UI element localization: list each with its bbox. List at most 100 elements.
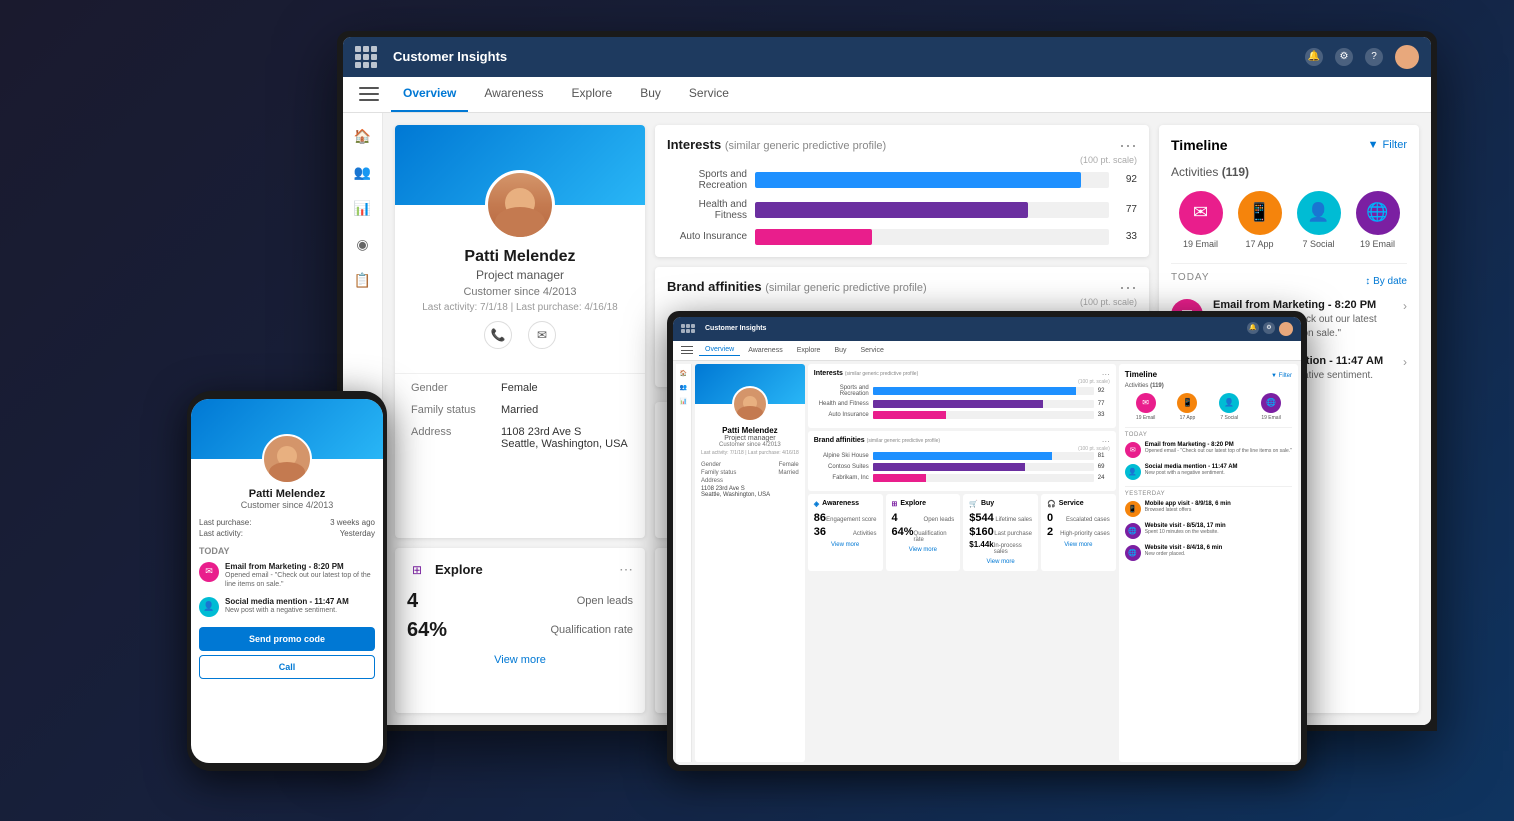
sidebar-activities[interactable]: ◉ — [347, 229, 379, 261]
tablet-profile: Patti Melendez Project manager Customer … — [695, 364, 805, 762]
email-icon[interactable]: ✉ — [528, 321, 556, 349]
tablet-settings-icon[interactable]: ⚙ — [1263, 322, 1275, 334]
tablet-tl-social-desc: New post with a negative sentiment. — [1145, 470, 1292, 476]
tablet-tl-email-content: Email from Marketing - 8:20 PM Opened em… — [1145, 442, 1292, 454]
tablet-inprocess-label: In-process sales — [994, 543, 1032, 555]
sort-button[interactable]: ↕ By date — [1365, 276, 1407, 287]
explore-leads-row: 4 Open leads — [407, 590, 633, 613]
gender-row: Gender Female — [411, 382, 629, 394]
tablet-web-activity: 🌐 19 Email — [1261, 393, 1281, 421]
profile-avatar-wrap — [395, 170, 645, 240]
bar-track-auto — [755, 229, 1109, 245]
brand-more-icon[interactable]: ⋯ — [1119, 279, 1137, 297]
tablet-web-act-icon: 🌐 — [1261, 393, 1281, 413]
address-row: Address 1108 23rd Ave S Seattle, Washing… — [411, 426, 629, 450]
tab-awareness[interactable]: Awareness — [472, 76, 555, 112]
profile-details: Gender Female Family status Married Addr… — [395, 373, 645, 468]
open-leads: 4 — [407, 590, 418, 613]
tablet-brand-more[interactable]: ⋯ — [1102, 437, 1110, 446]
tablet-bell-icon[interactable]: 🔔 — [1247, 322, 1259, 334]
tablet-screen: Customer Insights 🔔 ⚙ Overview Awareness… — [673, 317, 1301, 765]
social-item-chevron[interactable]: › — [1403, 355, 1407, 369]
tablet-lifetime-row: $544 Lifetime sales — [969, 512, 1032, 524]
bar-label-sports: Sports andRecreation — [667, 169, 747, 191]
tablet-buy-title: 🛒 Buy — [969, 500, 1032, 508]
filter-button[interactable]: ▼ Filter — [1368, 139, 1407, 151]
tablet-interests-more[interactable]: ⋯ — [1102, 370, 1110, 379]
phone-profile-role: Customer since 4/2013 — [199, 500, 375, 510]
tablet-explore-viewmore[interactable]: View more — [892, 547, 955, 553]
settings-icon[interactable]: ⚙ — [1335, 48, 1353, 66]
tablet-inprocess-row: $1.44k In-process sales — [969, 540, 1032, 555]
interest-bar-auto: Auto Insurance 33 — [667, 229, 1137, 245]
sidebar-home[interactable]: 🏠 — [347, 121, 379, 153]
tablet-tl-web2-icon: 🌐 — [1125, 545, 1141, 561]
tablet-explore-card: ⊞ Explore 4 Open leads 64% Qualification… — [886, 494, 961, 571]
tablet-inprocess-num: $1.44k — [969, 540, 993, 549]
tablet-center: Interests (similar generic predictive pr… — [808, 364, 1116, 762]
tablet-tl-social-content: Social media mention - 11:47 AM New post… — [1145, 464, 1292, 476]
sidebar-measures[interactable]: 📋 — [347, 265, 379, 297]
phone-icon[interactable]: 📞 — [484, 321, 512, 349]
tablet-tab-service[interactable]: Service — [855, 345, 890, 356]
tablet-filter-button[interactable]: ▼ Filter — [1271, 373, 1292, 379]
tablet-tl-web1-content: Website visit - 8/5/18, 17 min Spent 10 … — [1145, 523, 1292, 535]
tablet-tab-explore[interactable]: Explore — [791, 345, 827, 356]
hamburger-icon[interactable] — [359, 87, 379, 101]
tablet-awareness-viewmore[interactable]: View more — [814, 542, 877, 548]
tablet-service-viewmore[interactable]: View more — [1047, 542, 1110, 548]
profile-customer-since: Customer since 4/2013 — [411, 286, 629, 298]
sidebar-segments[interactable]: 📊 — [347, 193, 379, 225]
explore-view-more[interactable]: View more — [407, 654, 633, 666]
bell-icon[interactable]: 🔔 — [1305, 48, 1323, 66]
tablet-tab-overview[interactable]: Overview — [699, 344, 740, 356]
app-title: Customer Insights — [393, 49, 1297, 64]
tablet-tab-buy[interactable]: Buy — [828, 345, 852, 356]
send-promo-button[interactable]: Send promo code — [199, 627, 375, 651]
bar-label-health: Health andFitness — [667, 199, 747, 221]
explore-icon: ⊞ — [407, 560, 427, 580]
tablet-sidebar-charts[interactable]: 📊 — [678, 396, 690, 408]
phone-timeline-social: 👤 Social media mention - 11:47 AM New po… — [191, 593, 383, 621]
explore-card: ⊞ Explore ⋯ 4 Open leads 64% Qualificati… — [395, 548, 645, 713]
tablet-highpri-row: 2 High-priority cases — [1047, 526, 1110, 538]
tablet-email-act-icon: ✉ — [1136, 393, 1156, 413]
address-label: Address — [411, 426, 501, 450]
tablet-sidebar-people[interactable]: 👥 — [678, 382, 690, 394]
tab-service[interactable]: Service — [677, 76, 741, 112]
tab-buy[interactable]: Buy — [628, 76, 673, 112]
header-icons: 🔔 ⚙ ? — [1305, 45, 1419, 69]
interest-bar-health: Health andFitness 77 — [667, 199, 1137, 221]
tab-overview[interactable]: Overview — [391, 76, 468, 112]
nav-bar: Overview Awareness Explore Buy Service — [343, 77, 1431, 113]
tablet-sidebar-home[interactable]: 🏠 — [678, 368, 690, 380]
tablet-profile-name: Patti Melendez — [701, 426, 799, 435]
tablet-eng-label: Engagement score — [826, 517, 876, 523]
web-activity-label: 19 Email — [1360, 239, 1395, 249]
call-button[interactable]: Call — [199, 655, 375, 679]
interests-more-icon[interactable]: ⋯ — [1119, 137, 1137, 155]
email-item-chevron[interactable]: › — [1403, 299, 1407, 313]
bar-val-sports: 92 — [1117, 174, 1137, 185]
tablet-yesterday-label: YESTERDAY — [1125, 486, 1292, 497]
leads-label: Open leads — [577, 595, 633, 607]
user-avatar[interactable] — [1395, 45, 1419, 69]
tablet-social-activity: 👤 7 Social — [1219, 393, 1239, 421]
tablet-lastpurchase-num: $160 — [969, 526, 993, 538]
tablet-buy-viewmore[interactable]: View more — [969, 559, 1032, 565]
help-icon[interactable]: ? — [1365, 48, 1383, 66]
explore-more-icon[interactable]: ⋯ — [619, 561, 633, 578]
tablet-awareness-card: ◈ Awareness 86 Engagement score 36 Activ… — [808, 494, 883, 571]
tablet-avatar[interactable] — [1279, 322, 1293, 336]
tablet-bar-auto: Auto Insurance 33 — [814, 411, 1110, 419]
tablet-brand-card: Brand affinities (similar generic predic… — [808, 431, 1116, 491]
tablet-service-card: 🎧 Service 0 Escalated cases 2 High-prior… — [1041, 494, 1116, 571]
tab-explore[interactable]: Explore — [560, 76, 625, 112]
interest-bar-sports: Sports andRecreation 92 — [667, 169, 1137, 191]
family-row: Family status Married — [411, 404, 629, 416]
tablet-tab-awareness[interactable]: Awareness — [742, 345, 789, 356]
sidebar-people[interactable]: 👥 — [347, 157, 379, 189]
profile-avatar — [485, 170, 555, 240]
tablet-metric-cards: ◈ Awareness 86 Engagement score 36 Activ… — [808, 494, 1116, 571]
tablet-escalated-row: 0 Escalated cases — [1047, 512, 1110, 524]
